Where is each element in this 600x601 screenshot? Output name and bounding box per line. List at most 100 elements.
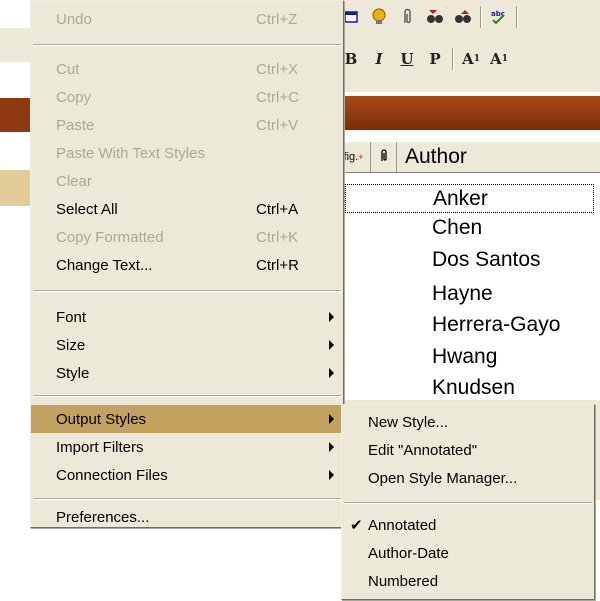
figure-column-label: fig. [343,151,359,163]
submenu-arrow-icon [329,368,334,378]
menu-item-label: New Style... [368,413,449,431]
menu-item-label: Cut [56,60,80,78]
menu-item-paste-with-text-styles[interactable]: Paste With Text Styles [31,139,343,167]
menu-item-style[interactable]: Style [31,359,343,387]
menu-item-shortcut: Ctrl+A [256,200,299,218]
left-panel-fragment [0,170,30,206]
menu-item-shortcut: Ctrl+C [256,88,299,106]
menu-item-label: Clear [56,172,92,190]
italic-button[interactable]: I [368,48,390,70]
menu-item-cut[interactable]: Cut Ctrl+X [31,55,343,83]
menu-item-clear[interactable]: Clear [31,167,343,195]
menu-item-label: Import Filters [56,438,144,456]
reference-row[interactable]: Herrera-Gayo [432,311,560,338]
author-column-header[interactable]: Author [397,142,467,172]
reference-list-header: fig. + Author [337,142,600,173]
reference-row[interactable]: Dos Santos [432,246,541,273]
submenu-item-new-style[interactable]: New Style... [342,408,594,436]
reference-row[interactable]: Anker [345,184,594,213]
reference-row[interactable]: Knudsen [432,374,515,401]
menu-item-label: Size [56,336,86,354]
menu-item-shortcut: Ctrl+V [256,116,299,134]
window-title-bar [336,96,600,130]
menu-item-import-filters[interactable]: Import Filters [31,433,343,461]
toolbar-separator [516,6,518,28]
toolbar-separator [452,48,454,70]
submenu-arrow-icon [329,414,334,424]
menu-item-output-styles[interactable]: Output Styles [31,405,343,433]
subscript-button-label: A [490,50,502,68]
menu-item-copy[interactable]: Copy Ctrl+C [31,83,343,111]
spell-check-icon[interactable]: abc [488,6,510,28]
find-up-icon[interactable] [452,6,474,28]
menu-item-shortcut: Ctrl+R [256,256,299,274]
reference-row[interactable]: Hwang [432,343,497,370]
menu-item-label: Author-Date [368,544,449,562]
menu-item-label: Undo [56,10,92,28]
submenu-item-open-style-manager[interactable]: Open Style Manager... [342,464,594,492]
menu-item-label: Copy Formatted [56,228,164,246]
attachment-column-header[interactable] [371,142,397,172]
left-title-fragment [0,98,30,132]
menu-item-shortcut: Ctrl+K [256,228,299,246]
submenu-arrow-icon [329,312,334,322]
output-styles-submenu: New Style... Edit "Annotated" Open Style… [341,404,595,600]
icon-toolbar: abc [340,2,518,32]
subscript-button[interactable]: A1 [488,48,510,70]
submenu-arrow-icon [329,442,334,452]
menu-item-label: Edit "Annotated" [368,441,478,459]
menu-item-label: Paste With Text Styles [56,144,205,162]
menu-item-label: Change Text... [56,256,153,274]
submenu-arrow-icon [329,340,334,350]
submenu-arrow-icon [329,470,334,480]
toolbar-separator [480,6,482,28]
reference-list: fig. + Author Anker Chen Dos Santos Hayne… [336,134,600,400]
menu-item-select-all[interactable]: Select All Ctrl+A [31,195,343,223]
menu-item-change-text[interactable]: Change Text... Ctrl+R [31,251,343,279]
menu-item-label: Select All [56,200,118,218]
menu-separator [33,498,341,500]
menu-item-label: Paste [56,116,95,134]
menu-item-label: Font [56,308,87,326]
menu-item-shortcut: Ctrl+Z [256,10,298,28]
find-icon[interactable] [424,6,446,28]
menu-item-label: Numbered [368,572,439,590]
paperclip-icon [379,148,389,167]
menu-item-label: Preferences... [56,508,150,526]
menu-item-label: Open Style Manager... [368,469,518,487]
format-toolbar: B I U P A1 A1 [340,44,510,74]
checkmark-icon: ✔ [350,517,363,534]
menu-item-copy-formatted[interactable]: Copy Formatted Ctrl+K [31,223,343,251]
menu-item-label: Annotated [368,516,437,534]
reference-row[interactable]: Chen [432,214,482,241]
menu-item-font[interactable]: Font [31,303,343,331]
menu-separator [344,502,592,504]
submenu-item-annotated[interactable]: ✔ Annotated [342,511,594,539]
menu-item-label: Output Styles [56,410,147,428]
menu-separator [33,290,341,292]
submenu-item-edit-annotated[interactable]: Edit "Annotated" [342,436,594,464]
reference-row[interactable]: Hayne [432,280,493,307]
menu-item-undo[interactable]: Undo Ctrl+Z [31,5,343,33]
menu-item-label: Copy [56,88,92,106]
menu-item-connection-files[interactable]: Connection Files [31,461,343,489]
left-window-edge [0,0,30,601]
plain-button[interactable]: P [424,48,446,70]
menu-item-label: Connection Files [56,466,168,484]
left-toolbar-fragment [0,28,30,62]
submenu-item-author-date[interactable]: Author-Date [342,539,594,567]
menu-item-size[interactable]: Size [31,331,343,359]
light-bulb-icon[interactable] [368,6,390,28]
edit-menu: Undo Ctrl+Z Cut Ctrl+X Copy Ctrl+C Paste… [30,0,344,528]
superscript-button-label: A [462,50,474,68]
menu-item-preferences[interactable]: Preferences... [31,507,343,527]
superscript-button[interactable]: A1 [460,48,482,70]
menu-item-label: Style [56,364,90,382]
menu-separator [33,44,341,46]
submenu-item-numbered[interactable]: Numbered [342,567,594,595]
paperclip-icon[interactable] [396,6,418,28]
menu-item-paste[interactable]: Paste Ctrl+V [31,111,343,139]
menu-separator [33,395,341,397]
menu-item-shortcut: Ctrl+X [256,60,299,78]
underline-button[interactable]: U [396,48,418,70]
